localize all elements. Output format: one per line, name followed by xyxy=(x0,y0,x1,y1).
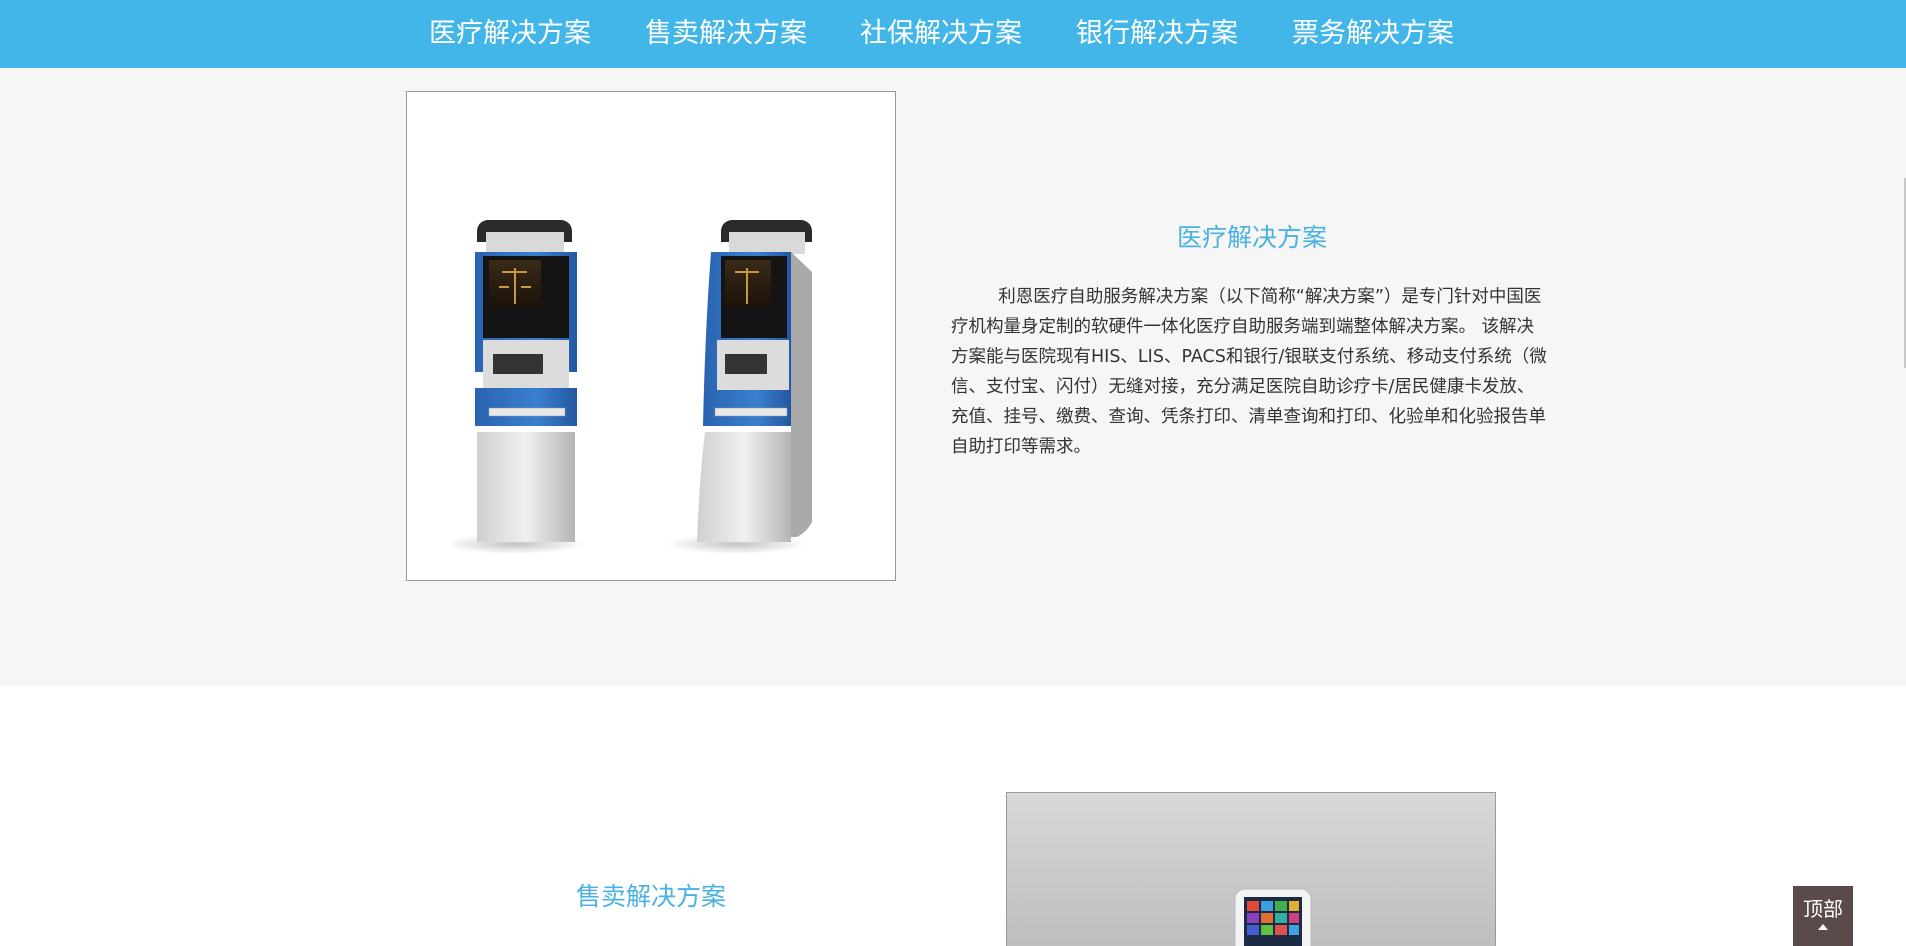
nav-item-ticketing[interactable]: 票务解决方案 xyxy=(1292,0,1454,68)
kiosk-front xyxy=(445,220,585,554)
nav-item-social-security[interactable]: 社保解决方案 xyxy=(860,0,1022,68)
medical-kiosk-image xyxy=(406,91,896,581)
kiosk-side xyxy=(667,220,812,554)
arrow-up-icon xyxy=(1818,924,1828,930)
nav-item-bank[interactable]: 银行解决方案 xyxy=(1076,0,1238,68)
nav-item-medical[interactable]: 医疗解决方案 xyxy=(429,0,591,68)
nav-item-vending[interactable]: 售卖解决方案 xyxy=(645,0,807,68)
vending-kiosk-image xyxy=(1006,792,1496,946)
back-to-top-button[interactable]: 顶部 xyxy=(1793,886,1853,946)
top-nav: 医疗解决方案 售卖解决方案 社保解决方案 银行解决方案 票务解决方案 xyxy=(0,0,1906,68)
medical-section-description: 利恩医疗自助服务解决方案（以下简称“解决方案”）是专门针对中国医疗机构量身定制的… xyxy=(951,287,1547,457)
vending-section xyxy=(0,686,1906,946)
vending-section-title: 售卖解决方案 xyxy=(575,882,726,911)
back-to-top-label: 顶部 xyxy=(1803,897,1843,921)
medical-section-title: 医疗解决方案 xyxy=(1176,223,1327,252)
page: 医疗解决方案 售卖解决方案 社保解决方案 银行解决方案 票务解决方案 医疗解决方… xyxy=(0,0,1906,946)
